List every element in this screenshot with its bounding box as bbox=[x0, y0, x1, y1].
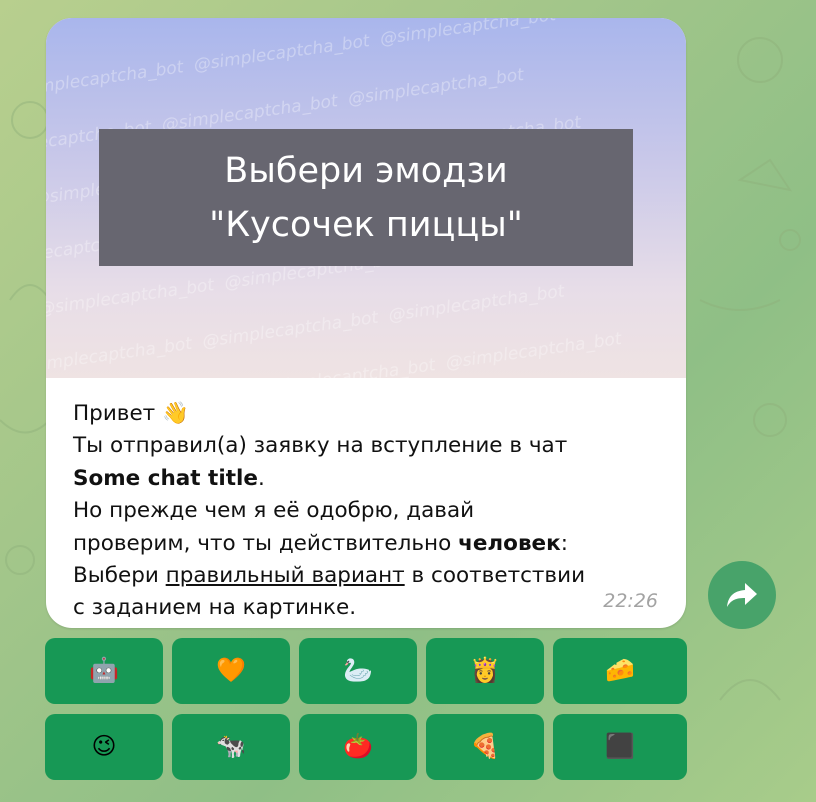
option-button-pizza[interactable]: 🍕 bbox=[426, 714, 544, 780]
message-line-7: с заданием на картинке. bbox=[73, 595, 357, 621]
greeting-text: Привет bbox=[73, 401, 156, 426]
line5-suffix: : bbox=[560, 530, 568, 556]
chat-title: Some chat title bbox=[73, 465, 258, 491]
option-button-winking-face[interactable]: 😉 bbox=[45, 714, 163, 780]
captcha-image: @simplecaptcha_bot @simplecaptcha_bot @s… bbox=[46, 18, 686, 378]
line6-prefix: Выбери bbox=[73, 563, 166, 589]
human-word: человек bbox=[458, 530, 561, 556]
message-time: 22:26 bbox=[603, 590, 658, 612]
option-button-swan[interactable]: 🦢 bbox=[299, 638, 417, 704]
captcha-caption-line1: Выбери эмодзи bbox=[224, 150, 508, 191]
option-button-cow[interactable]: 🐄 bbox=[172, 714, 290, 780]
message-line-greeting: Привет 👋 bbox=[73, 398, 663, 430]
option-button-tomato[interactable]: 🍅 bbox=[299, 714, 417, 780]
message-line-3: Some chat title. bbox=[73, 463, 663, 495]
option-button-orange-heart[interactable]: 🧡 bbox=[172, 638, 290, 704]
chat-title-suffix: . bbox=[257, 465, 265, 491]
option-button-princess[interactable]: 👸 bbox=[426, 638, 544, 704]
message-line-5: проверим, что ты действительно человек: bbox=[73, 528, 663, 560]
waving-hand-icon: 👋 bbox=[162, 401, 189, 426]
message-line-2: Ты отправил(а) заявку на вступление в ча… bbox=[73, 433, 568, 459]
option-button-black-square[interactable]: ⬛ bbox=[553, 714, 687, 780]
captcha-caption-line2: "Кусочек пиццы" bbox=[209, 204, 523, 245]
captcha-caption: Выбери эмодзи "Кусочек пиццы" bbox=[99, 129, 633, 266]
line5-prefix: проверим, что ты действительно bbox=[73, 530, 459, 556]
option-button-cheese[interactable]: 🧀 bbox=[553, 638, 687, 704]
option-button-robot[interactable]: 🤖 bbox=[45, 638, 163, 704]
message-bubble: @simplecaptcha_bot @simplecaptcha_bot @s… bbox=[46, 18, 686, 628]
message-line-4: Но прежде чем я её одобрю, давай bbox=[73, 498, 475, 524]
message-line-6: Выбери правильный вариант в соответствии bbox=[73, 560, 663, 592]
share-arrow-icon bbox=[727, 583, 757, 607]
share-button[interactable] bbox=[708, 561, 776, 629]
correct-option-phrase: правильный вариант bbox=[165, 563, 405, 589]
message-text: Привет 👋 Ты отправил(а) заявку на вступл… bbox=[73, 398, 663, 625]
line6-suffix: в соответствии bbox=[404, 563, 586, 589]
